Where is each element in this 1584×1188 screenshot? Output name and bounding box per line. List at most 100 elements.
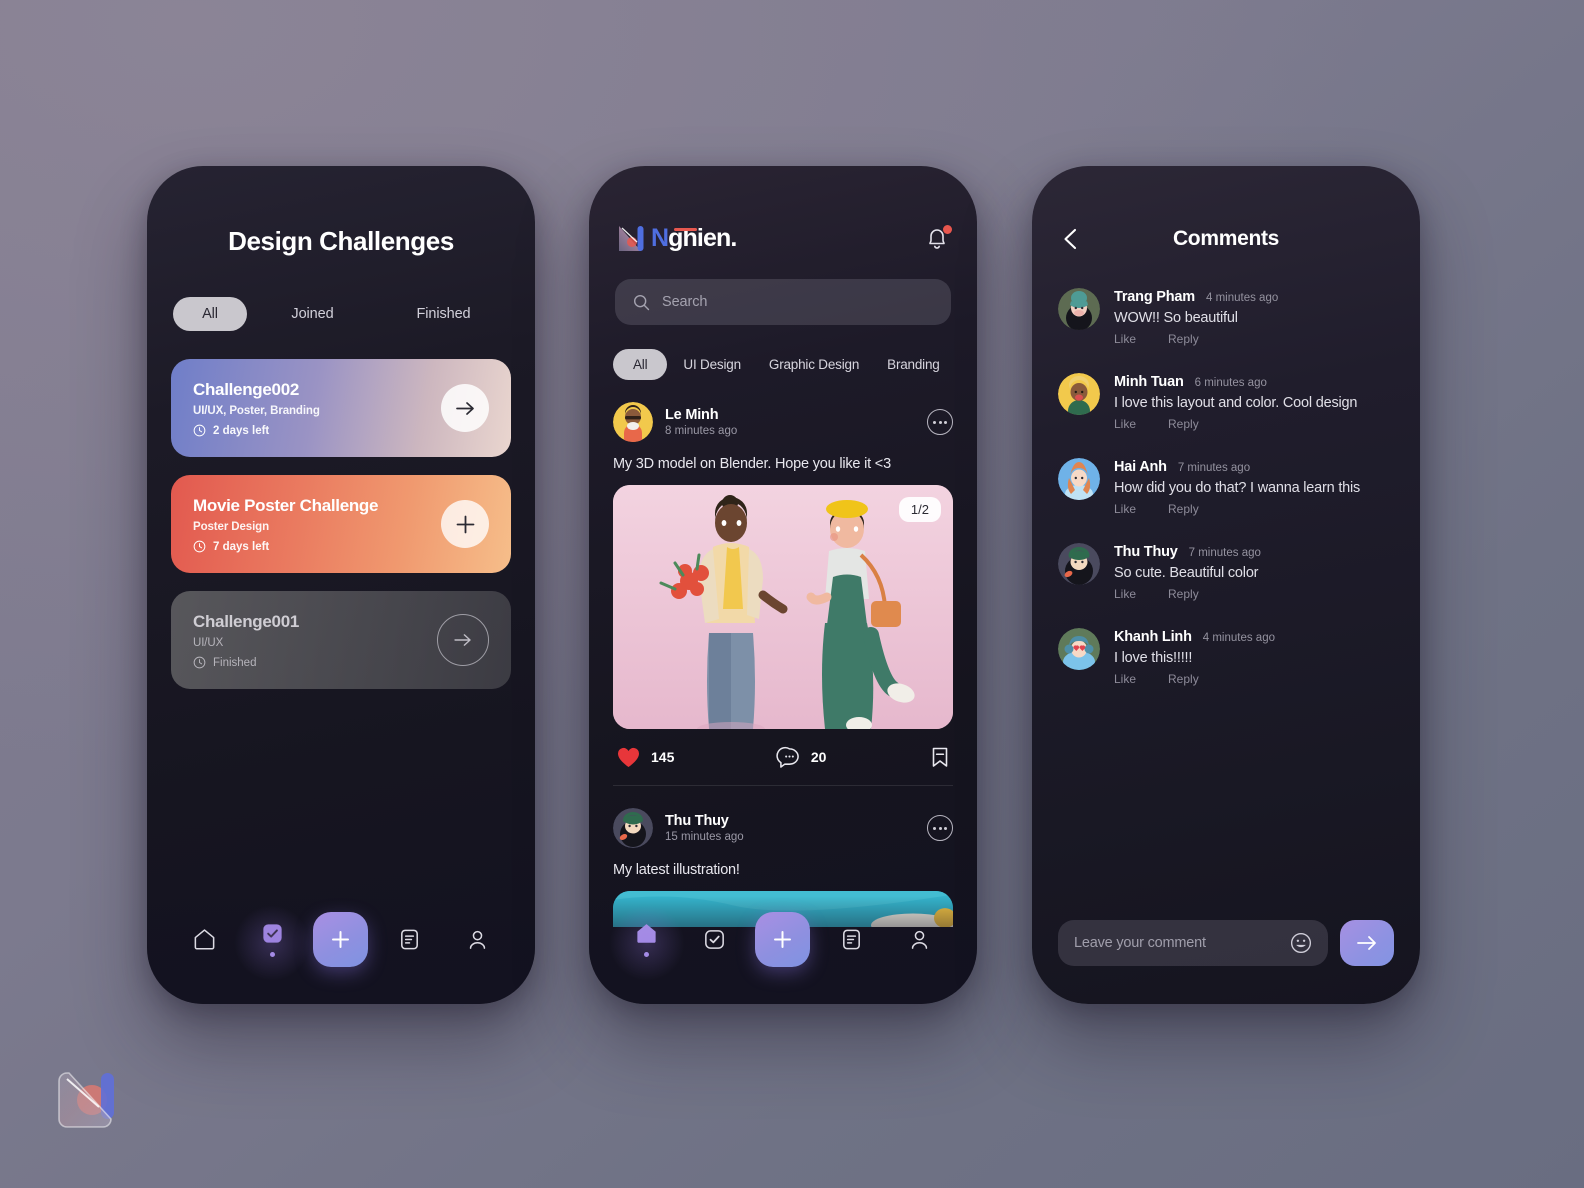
comment-timestamp: 6 minutes ago: [1194, 377, 1267, 389]
comment-item: Trang Pham 4 minutes ago WOW!! So beauti…: [1058, 288, 1394, 346]
active-indicator-dot: [644, 952, 650, 957]
comment-input-placeholder: Leave your comment: [1074, 935, 1206, 951]
comments-screen: Comments Trang Pham 4 minutes ago WOW!! …: [1032, 166, 1420, 1004]
comment-actions: Like Reply: [1114, 417, 1394, 431]
comment-text: WOW!! So beautiful: [1114, 310, 1238, 326]
comment-timestamp: 7 minutes ago: [1188, 547, 1261, 559]
open-challenge-button[interactable]: [437, 614, 489, 666]
avatar[interactable]: [1058, 458, 1100, 500]
chip-branding[interactable]: Branding: [875, 349, 951, 380]
comment-body: Trang Pham 4 minutes ago WOW!! So beauti…: [1114, 288, 1394, 346]
reply-action[interactable]: Reply: [1168, 672, 1199, 686]
like-action[interactable]: Like: [1114, 332, 1136, 346]
create-post-fab[interactable]: [755, 911, 811, 967]
reply-action[interactable]: Reply: [1168, 587, 1199, 601]
post-more-options-button[interactable]: [927, 409, 953, 435]
profile-icon: [911, 930, 927, 949]
avatar[interactable]: [613, 808, 653, 848]
chip-all[interactable]: All: [613, 349, 668, 380]
avatar[interactable]: [613, 402, 653, 442]
avatar[interactable]: [1058, 288, 1100, 330]
emoji-icon[interactable]: [1290, 932, 1312, 954]
logo-mark-icon: [615, 222, 648, 255]
comment-body: Hai Anh 7 minutes ago How did you do tha…: [1114, 458, 1394, 516]
back-button[interactable]: [1060, 227, 1082, 251]
feed-document-icon: [843, 929, 861, 949]
tab-joined[interactable]: Joined: [247, 297, 378, 331]
reply-action[interactable]: Reply: [1168, 332, 1199, 346]
nav-profile[interactable]: [893, 927, 945, 952]
challenge-card-movie-poster[interactable]: Movie Poster Challenge Poster Design 7 d…: [171, 475, 511, 573]
like-action[interactable]: Like: [1114, 672, 1136, 686]
dot: [944, 420, 947, 424]
avatar[interactable]: [1058, 628, 1100, 670]
logo-wordmark: Nghien.: [651, 224, 737, 253]
plus-icon: [332, 930, 350, 948]
bottom-navigation: [147, 896, 535, 1004]
join-challenge-button[interactable]: [441, 500, 489, 548]
tab-finished[interactable]: Finished: [378, 297, 509, 331]
nav-home[interactable]: [608, 905, 685, 981]
page-title: Design Challenges: [228, 226, 454, 256]
like-action[interactable]: Like: [1114, 587, 1136, 601]
like-action[interactable]: Like: [1114, 417, 1136, 431]
post-timestamp: 15 minutes ago: [665, 831, 744, 843]
nav-tasks[interactable]: [234, 905, 311, 981]
challenge-status-label: Finished: [213, 656, 257, 669]
comment-text: I love this layout and color. Cool desig…: [1114, 395, 1358, 411]
reply-action[interactable]: Reply: [1168, 502, 1199, 516]
create-post-fab[interactable]: [313, 911, 369, 967]
nav-feed[interactable]: [384, 927, 436, 952]
post-more-options-button[interactable]: [927, 815, 953, 841]
avatar[interactable]: [1058, 373, 1100, 415]
arrow-right-icon: [454, 634, 471, 646]
design-challenges-screen: Design Challenges All Joined Finished Ch…: [147, 166, 535, 1004]
notifications-button[interactable]: [925, 224, 952, 253]
comment-text: So cute. Beautiful color: [1114, 565, 1259, 581]
challenge-card-002[interactable]: Challenge002 UI/UX, Poster, Branding 2 d…: [171, 359, 511, 457]
active-indicator-dot: [269, 952, 275, 957]
logo-accent-bar: [674, 228, 697, 231]
bookmark-button[interactable]: [931, 746, 949, 768]
search-input[interactable]: Search: [615, 279, 951, 325]
comment-icon: [776, 746, 799, 768]
send-comment-button[interactable]: [1340, 920, 1394, 966]
nav-tasks[interactable]: [688, 927, 740, 952]
nav-profile[interactable]: [451, 927, 503, 952]
arrow-right-icon: [1357, 936, 1376, 950]
like-count: 145: [651, 749, 675, 765]
comment-count: 20: [810, 749, 827, 765]
phone-comments: Comments Trang Pham 4 minutes ago WOW!! …: [1032, 166, 1420, 1004]
like-action[interactable]: Like: [1114, 502, 1136, 516]
comment-author: Thu Thuy: [1114, 544, 1178, 560]
challenge-card-001[interactable]: Challenge001 UI/UX Finished: [171, 591, 511, 689]
reply-action[interactable]: Reply: [1168, 417, 1199, 431]
like-button[interactable]: 145: [617, 747, 674, 768]
chevron-left-icon: [1064, 228, 1077, 250]
avatar[interactable]: [1058, 543, 1100, 585]
comment-meta: Minh Tuan 6 minutes ago: [1114, 374, 1394, 390]
open-challenge-button[interactable]: [441, 384, 489, 432]
chip-graphic-design[interactable]: Graphic Design: [757, 349, 871, 380]
comment-input[interactable]: Leave your comment: [1058, 920, 1328, 966]
notification-badge-dot: [943, 224, 952, 234]
clock-icon: [193, 424, 206, 437]
comment-item: Thu Thuy 7 minutes ago So cute. Beautifu…: [1058, 543, 1394, 601]
challenge-deadline: 7 days left: [193, 540, 489, 553]
nav-home[interactable]: [179, 927, 231, 952]
post-image-3d-couple[interactable]: 1/2: [613, 485, 953, 729]
comment-timestamp: 7 minutes ago: [1177, 462, 1251, 474]
comment-button[interactable]: 20: [674, 746, 931, 768]
nav-feed[interactable]: [826, 927, 878, 952]
post-timestamp: 8 minutes ago: [665, 425, 738, 437]
arrow-right-icon: [455, 401, 474, 415]
profile-icon: [469, 930, 485, 949]
comment-actions: Like Reply: [1114, 587, 1394, 601]
comment-list: Trang Pham 4 minutes ago WOW!! So beauti…: [1058, 288, 1394, 686]
bottom-navigation: [589, 896, 977, 1004]
comment-text: I love this!!!!!: [1114, 650, 1193, 666]
comment-text: How did you do that? I wanna learn this: [1114, 480, 1361, 496]
post-identity: Le Minh 8 minutes ago: [665, 407, 915, 437]
tab-all[interactable]: All: [173, 297, 247, 331]
chip-ui-design[interactable]: UI Design: [671, 349, 752, 380]
